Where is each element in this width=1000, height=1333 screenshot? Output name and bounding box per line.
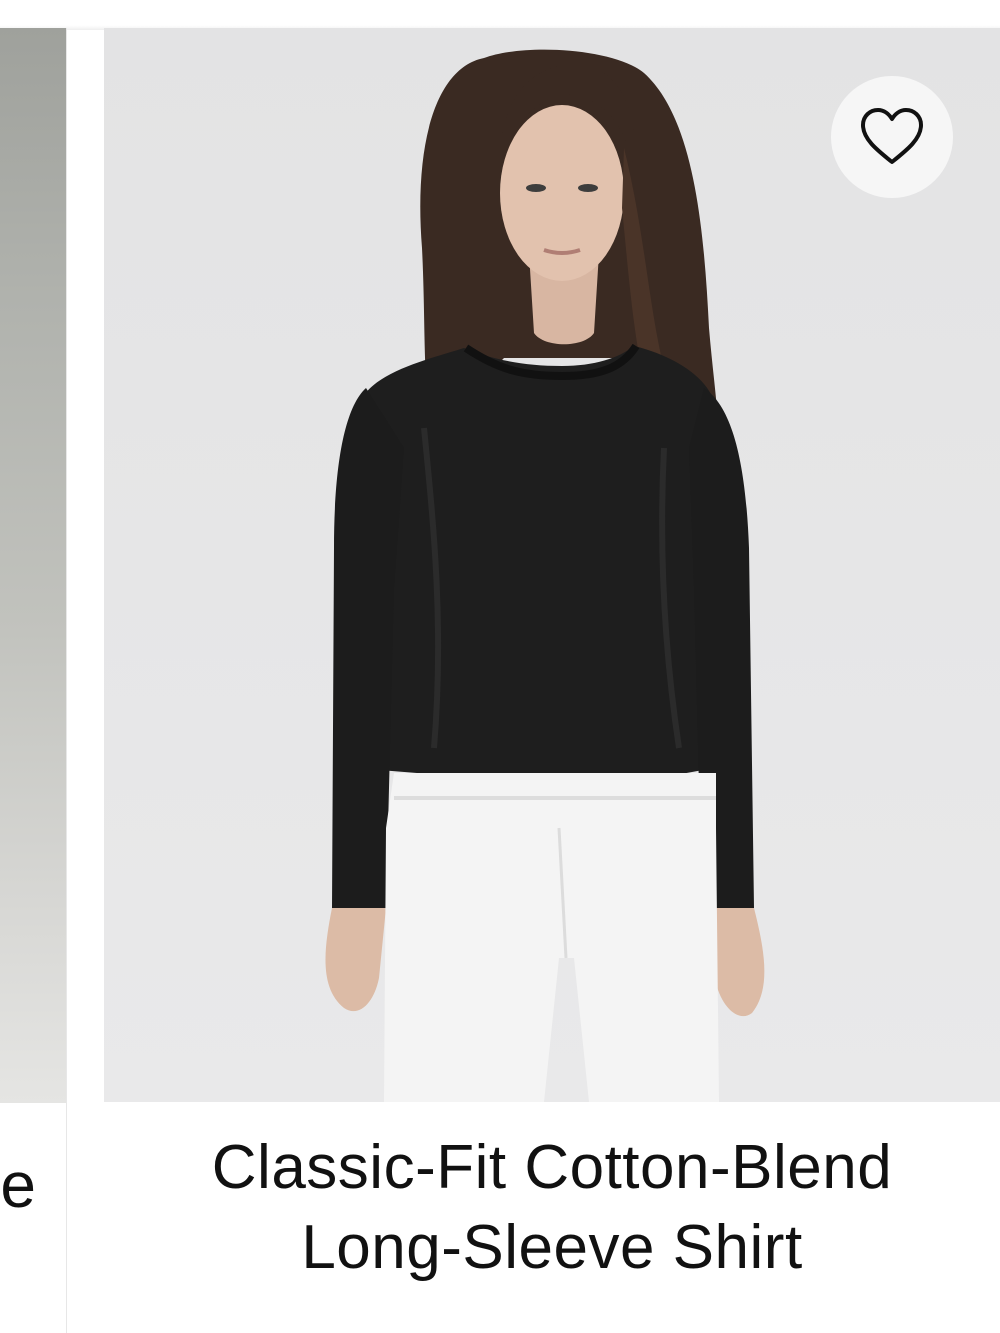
heart-outline-icon [861, 108, 923, 164]
product-title-previous[interactable]: e [0, 1148, 36, 1222]
left-hand [325, 908, 386, 1012]
product-title-line-2[interactable]: Long-Sleeve Shirt [104, 1208, 1000, 1288]
product-title-previous-clip: e [0, 1118, 36, 1238]
product-title[interactable]: Classic-Fit Cotton-Blend Long-Sleeve Shi… [104, 1128, 1000, 1288]
product-title-line-1[interactable]: Classic-Fit Cotton-Blend [104, 1128, 1000, 1208]
product-image[interactable] [104, 28, 1000, 1102]
wishlist-button[interactable] [831, 76, 953, 198]
eye-right [578, 184, 598, 192]
top-edge [0, 0, 1000, 30]
product-card-previous[interactable]: e [0, 28, 66, 1333]
card-divider [66, 28, 67, 1333]
product-grid-page: e Classic-Fit Cotton-Blend Long-Sleeve S… [0, 0, 1000, 1333]
shorts [384, 773, 719, 1102]
product-image-previous[interactable] [0, 28, 66, 1103]
product-card[interactable]: Classic-Fit Cotton-Blend Long-Sleeve Shi… [104, 28, 1000, 1333]
eye-left [526, 184, 546, 192]
